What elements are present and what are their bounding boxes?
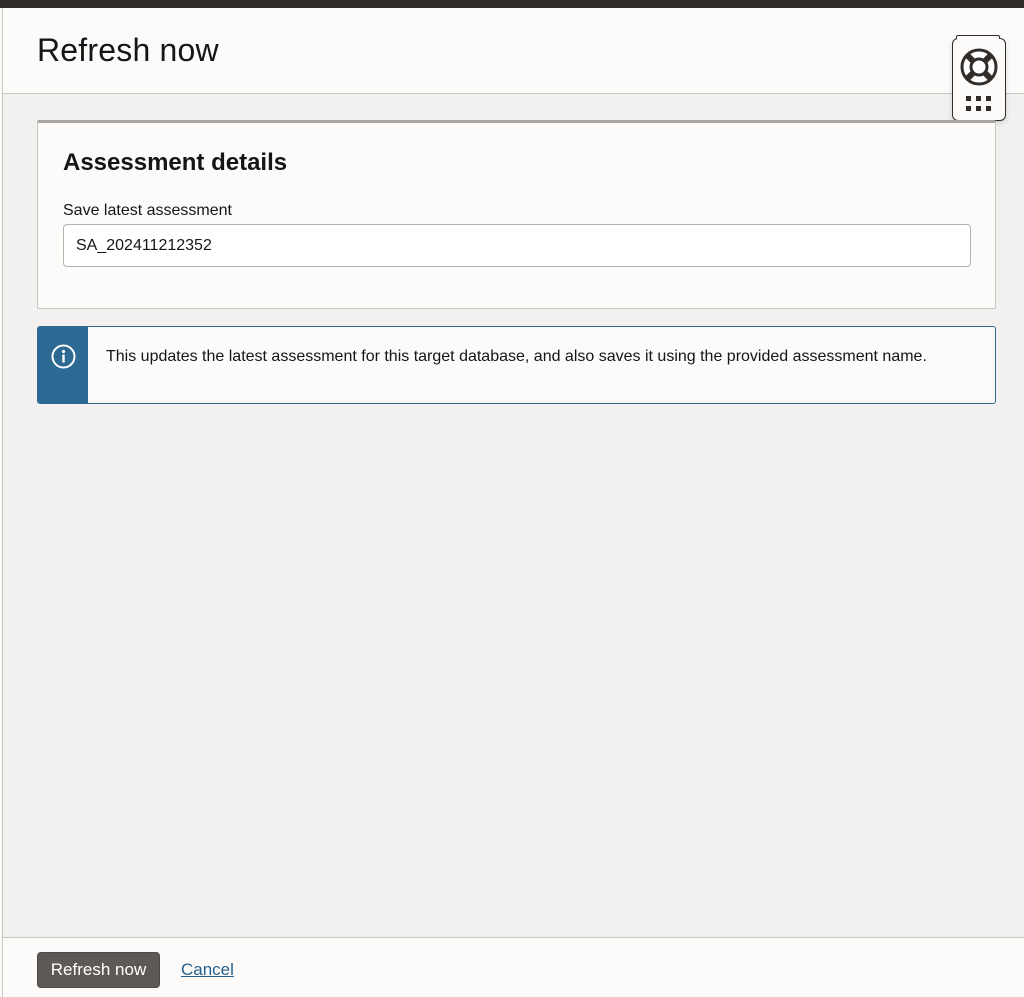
info-icon xyxy=(51,344,76,369)
info-message-text: This updates the latest assessment for t… xyxy=(106,348,927,365)
assessment-details-card: Assessment details Save latest assessmen… xyxy=(37,120,996,309)
apps-grid-icon xyxy=(966,96,991,111)
panel-footer: Refresh now Cancel xyxy=(3,937,1024,997)
help-widget-tab xyxy=(956,35,1000,39)
browser-top-strip xyxy=(0,0,1024,8)
refresh-now-button[interactable]: Refresh now xyxy=(37,952,160,988)
refresh-now-panel: Refresh now Assessment details Save late… xyxy=(3,8,1024,997)
assessment-name-input[interactable] xyxy=(63,224,971,267)
cancel-link[interactable]: Cancel xyxy=(181,960,234,980)
section-title: Assessment details xyxy=(63,149,288,176)
page-title: Refresh now xyxy=(37,32,219,68)
help-widget[interactable] xyxy=(952,35,1006,121)
panel-header: Refresh now xyxy=(3,8,1024,94)
assessment-name-label: Save latest assessment xyxy=(63,202,232,219)
info-message: This updates the latest assessment for t… xyxy=(37,326,996,404)
info-side-bar xyxy=(38,327,88,403)
lifebuoy-icon xyxy=(960,48,998,86)
